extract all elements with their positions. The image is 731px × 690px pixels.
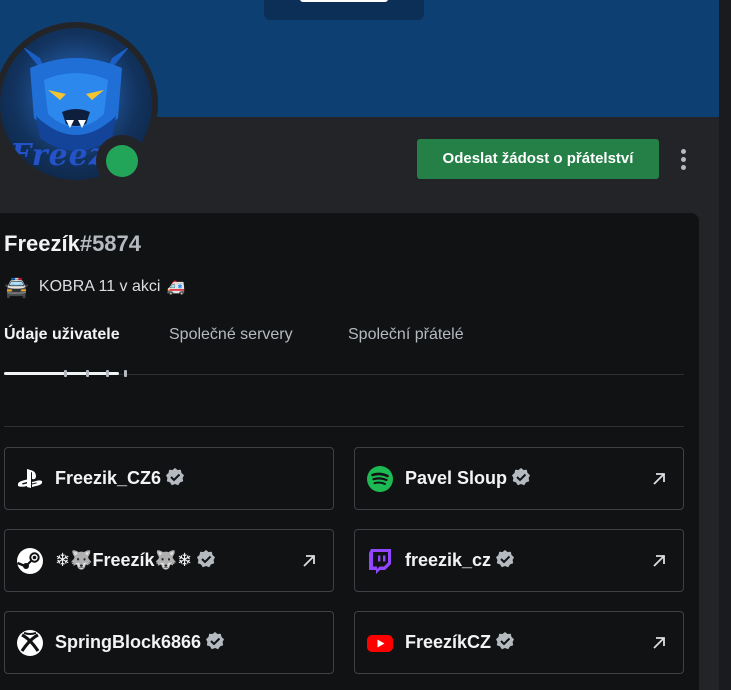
banner-handle xyxy=(264,0,424,20)
display-name: Freezík#5874 xyxy=(4,231,141,257)
clipped-scroll-text xyxy=(64,370,134,382)
verified-badge-icon xyxy=(166,468,185,486)
playstation-icon xyxy=(18,469,43,488)
connection-xbox[interactable]: SpringBlock6866 xyxy=(4,611,334,674)
twitch-icon xyxy=(369,549,391,574)
more-options-icon[interactable] xyxy=(674,144,694,174)
spotify-icon xyxy=(367,466,393,492)
connection-label: Pavel Sloup xyxy=(405,468,508,488)
connection-spotify[interactable]: Pavel Sloup xyxy=(354,447,684,510)
external-link-icon[interactable] xyxy=(651,553,667,569)
section-divider xyxy=(4,426,684,427)
tab-mutual-friends[interactable]: Společní přátelé xyxy=(348,326,464,344)
connection-name: freezik_cz xyxy=(405,530,515,591)
connection-label: ❄🐺Freezík🐺❄ xyxy=(55,550,193,570)
tab-mutual-servers[interactable]: Společné servery xyxy=(169,326,293,344)
custom-status-text: KOBRA 11 v akci xyxy=(38,278,161,295)
external-link-icon[interactable] xyxy=(301,553,317,569)
send-friend-request-button[interactable]: Odeslat žádost o přátelství xyxy=(417,139,659,179)
police-car-emoji: 🚔 xyxy=(4,276,29,299)
steam-icon xyxy=(17,548,43,574)
tab-user-info[interactable]: Údaje uživatele xyxy=(4,326,120,344)
custom-status: 🚔 KOBRA 11 v akci 🚑 xyxy=(4,274,185,300)
verified-badge-icon xyxy=(496,550,515,568)
youtube-icon xyxy=(367,635,393,652)
avatar-signature: Freez xyxy=(10,138,107,173)
ambulance-emoji: 🚑 xyxy=(166,279,186,296)
connection-playstation[interactable]: Freezik_CZ6 xyxy=(4,447,334,510)
connection-twitch[interactable]: freezik_cz xyxy=(354,529,684,592)
verified-badge-icon xyxy=(206,632,225,650)
xbox-icon xyxy=(17,630,43,656)
scrollbar-track[interactable] xyxy=(719,0,731,690)
discriminator: #5874 xyxy=(79,231,142,256)
verified-badge-icon xyxy=(512,468,531,486)
connection-name: FreezíkCZ xyxy=(405,612,515,673)
connection-label: Freezik_CZ6 xyxy=(55,468,162,488)
connection-steam[interactable]: ❄🐺Freezík🐺❄ xyxy=(4,529,334,592)
online-status-indicator xyxy=(106,145,138,177)
verified-badge-icon xyxy=(496,632,515,650)
connection-youtube[interactable]: FreezíkCZ xyxy=(354,611,684,674)
connection-name: SpringBlock6866 xyxy=(55,612,225,673)
username: Freezík xyxy=(4,231,80,256)
connection-label: SpringBlock6866 xyxy=(55,632,202,652)
connection-name: ❄🐺Freezík🐺❄ xyxy=(55,530,216,591)
verified-badge-icon xyxy=(197,550,216,568)
external-link-icon[interactable] xyxy=(651,635,667,651)
external-link-icon[interactable] xyxy=(651,471,667,487)
connection-name: Pavel Sloup xyxy=(405,448,531,509)
connection-name: Freezik_CZ6 xyxy=(55,448,185,509)
connection-label: FreezíkCZ xyxy=(405,632,492,652)
connection-label: freezik_cz xyxy=(405,550,492,570)
